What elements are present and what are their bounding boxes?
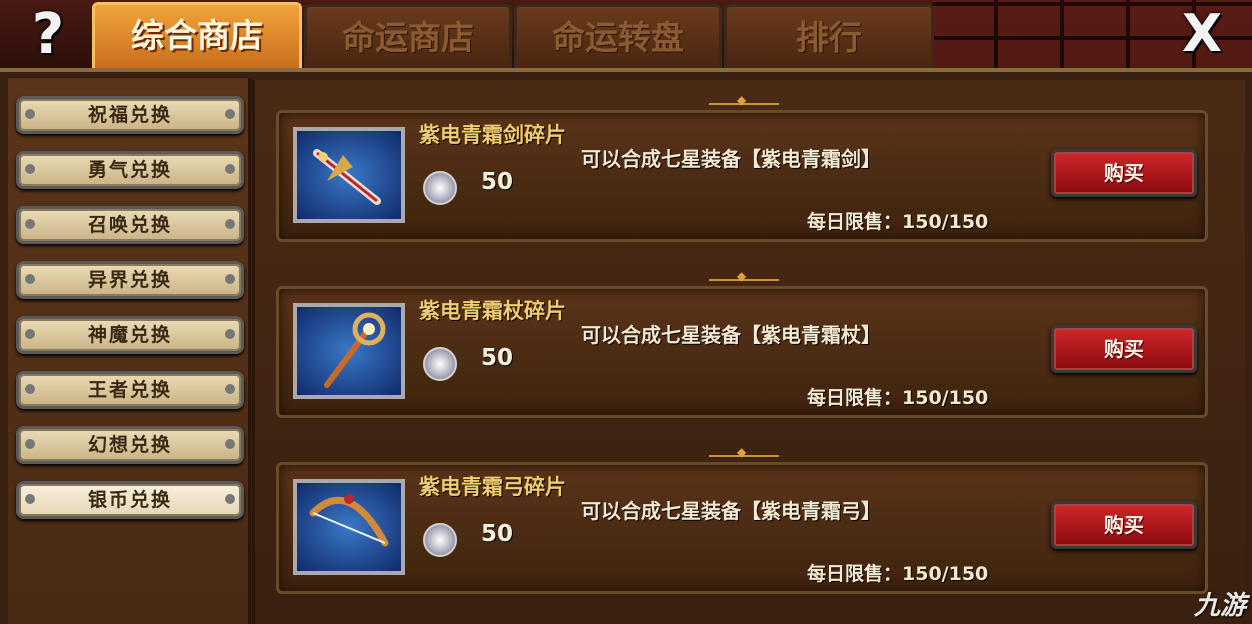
sidebar-item-godsdemons[interactable]: 神魔兑换 <box>16 316 244 354</box>
silver-coin-icon <box>423 347 457 381</box>
daily-limit: 每日限售：150/150 <box>807 211 989 233</box>
buy-button[interactable]: 购买 <box>1051 325 1197 373</box>
sidebar-item-courage[interactable]: 勇气兑换 <box>16 151 244 189</box>
close-button[interactable]: X <box>1174 8 1230 60</box>
item-name: 紫电青霜弓碎片 <box>419 475 566 499</box>
sidebar-item-blessing[interactable]: 祝福兑换 <box>16 96 244 134</box>
item-description: 可以合成七星装备【紫电青霜剑】 <box>581 147 881 171</box>
ornament-divider <box>709 269 779 293</box>
staff-icon[interactable] <box>293 303 405 399</box>
sidebar-item-fantasy[interactable]: 幻想兑换 <box>16 426 244 464</box>
sidebar-item-king[interactable]: 王者兑换 <box>16 371 244 409</box>
silver-coin-icon <box>423 523 457 557</box>
item-price: 50 <box>481 169 514 195</box>
tab-ranking[interactable]: 排行 <box>724 4 934 68</box>
buy-button[interactable]: 购买 <box>1051 501 1197 549</box>
shop-item-card: 紫电青霜弓碎片 可以合成七星装备【紫电青霜弓】 50 每日限售：150/150 … <box>276 445 1208 594</box>
item-description: 可以合成七星装备【紫电青霜杖】 <box>581 323 881 347</box>
sidebar-item-summon[interactable]: 召唤兑换 <box>16 206 244 244</box>
sidebar-item-otherworld[interactable]: 异界兑换 <box>16 261 244 299</box>
bow-icon[interactable] <box>293 479 405 575</box>
tab-destiny-shop[interactable]: 命运商店 <box>304 4 512 68</box>
shop-item-card: 紫电青霜杖碎片 可以合成七星装备【紫电青霜杖】 50 每日限售：150/150 … <box>276 269 1208 418</box>
item-name: 紫电青霜杖碎片 <box>419 299 566 323</box>
item-price: 50 <box>481 521 514 547</box>
item-price: 50 <box>481 345 514 371</box>
daily-limit: 每日限售：150/150 <box>807 387 989 409</box>
item-name: 紫电青霜剑碎片 <box>419 123 566 147</box>
item-description: 可以合成七星装备【紫电青霜弓】 <box>581 499 881 523</box>
tab-general-shop[interactable]: 综合商店 <box>92 2 302 72</box>
watermark-logo: 九游 <box>1193 591 1246 621</box>
daily-limit: 每日限售：150/150 <box>807 563 989 585</box>
shop-item-card: 紫电青霜剑碎片 可以合成七星装备【紫电青霜剑】 50 每日限售：150/150 … <box>276 93 1208 242</box>
sword-icon[interactable] <box>293 127 405 223</box>
ornament-divider <box>709 445 779 469</box>
help-button[interactable]: ? <box>18 6 78 64</box>
tab-destiny-wheel[interactable]: 命运转盘 <box>514 4 722 68</box>
silver-coin-icon <box>423 171 457 205</box>
sidebar-item-silver[interactable]: 银币兑换 <box>16 481 244 519</box>
ornament-divider <box>709 93 779 117</box>
buy-button[interactable]: 购买 <box>1051 149 1197 197</box>
